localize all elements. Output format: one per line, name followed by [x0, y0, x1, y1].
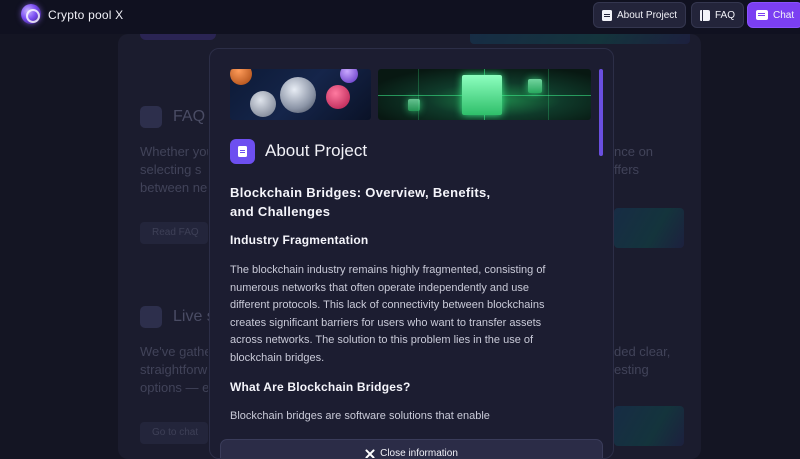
- paragraph-line: creates significant barriers for users w…: [230, 316, 542, 329]
- circuit-line: [418, 69, 419, 120]
- about-project-button[interactable]: About Project: [593, 2, 687, 28]
- close-information-label: Close information: [380, 448, 458, 459]
- brand-name[interactable]: Crypto pool X: [48, 8, 123, 22]
- hbar-coin-icon: [250, 91, 276, 117]
- faq-section-icon: [140, 106, 162, 128]
- live-section-image: [614, 406, 684, 446]
- live-section-icon: [140, 306, 162, 328]
- faq-text-line-1: Whether you: [140, 144, 208, 159]
- article-title-line-1: Blockchain Bridges: Overview, Benefits,: [230, 185, 491, 200]
- small-chip-icon: [408, 99, 420, 111]
- about-project-modal: About Project Blockchain Bridges: Overvi…: [209, 48, 614, 459]
- logo-icon[interactable]: [21, 4, 41, 24]
- faq-text-right-2: ffers: [614, 162, 640, 177]
- top-navigation-bar: Crypto pool X About Project FAQ Chat: [0, 0, 800, 34]
- faq-label: FAQ: [715, 9, 736, 21]
- paragraph-line: The blockchain industry remains highly f…: [230, 264, 546, 276]
- chat-button[interactable]: Chat: [747, 2, 800, 28]
- read-faq-button[interactable]: Read FAQ: [140, 222, 208, 244]
- orange-coin-icon: [230, 69, 252, 85]
- faq-text-line-2: selecting s: [140, 162, 202, 177]
- document-icon: [602, 9, 612, 21]
- modal-title: About Project: [265, 141, 368, 160]
- chip-icon: [462, 75, 502, 115]
- go-to-chat-button[interactable]: Go to chat: [140, 422, 208, 444]
- faq-button[interactable]: FAQ: [691, 2, 745, 28]
- close-information-button[interactable]: Close information: [220, 439, 603, 459]
- about-project-label: About Project: [617, 9, 678, 21]
- faq-text-right-1: nce on: [614, 144, 654, 159]
- book-icon: [700, 9, 710, 21]
- crypto-coins-image: [230, 69, 371, 120]
- modal-scrollbar[interactable]: [599, 69, 603, 156]
- red-coin-icon: [326, 85, 350, 109]
- circuit-line: [548, 69, 549, 120]
- paragraph-line: across networks. The solution to this pr…: [230, 334, 534, 346]
- live-section-heading: Live s: [173, 308, 209, 325]
- faq-section-heading: FAQ: [173, 108, 206, 125]
- live-text-line-1: We've gathe: [140, 344, 208, 359]
- section-paragraph-fragmentation: The blockchain industry remains highly f…: [230, 262, 588, 367]
- xrp-coin-icon: [280, 77, 316, 113]
- chat-label: Chat: [773, 9, 795, 21]
- paragraph-line: blockchain bridges.: [230, 351, 325, 364]
- circuit-chip-image: [378, 69, 591, 120]
- paragraph-line: Blockchain bridges are software solution…: [230, 410, 490, 422]
- live-text-right-1: ded clear,: [614, 344, 671, 359]
- article-content: Blockchain Bridges: Overview, Benefits, …: [230, 183, 588, 426]
- live-text-line-2: straightforw: [140, 362, 208, 377]
- section-heading-fragmentation: Industry Fragmentation: [230, 233, 369, 247]
- document-icon: [230, 139, 255, 164]
- chat-icon: [756, 10, 768, 20]
- small-chip-icon: [528, 79, 542, 93]
- section-heading-bridges: What Are Blockchain Bridges?: [230, 380, 411, 394]
- paragraph-line: numerous networks that often operate ind…: [230, 281, 530, 294]
- paragraph-line: different protocols. This lack of connec…: [230, 299, 545, 311]
- faq-text-line-3: between ne: [140, 180, 208, 195]
- faq-section-image: [614, 208, 684, 248]
- live-text-right-2: esting: [614, 362, 649, 377]
- purple-coin-icon: [340, 69, 358, 83]
- article-title-line-2: and Challenges: [230, 204, 331, 219]
- close-icon: [365, 449, 375, 458]
- live-text-line-3: options — e: [140, 380, 208, 395]
